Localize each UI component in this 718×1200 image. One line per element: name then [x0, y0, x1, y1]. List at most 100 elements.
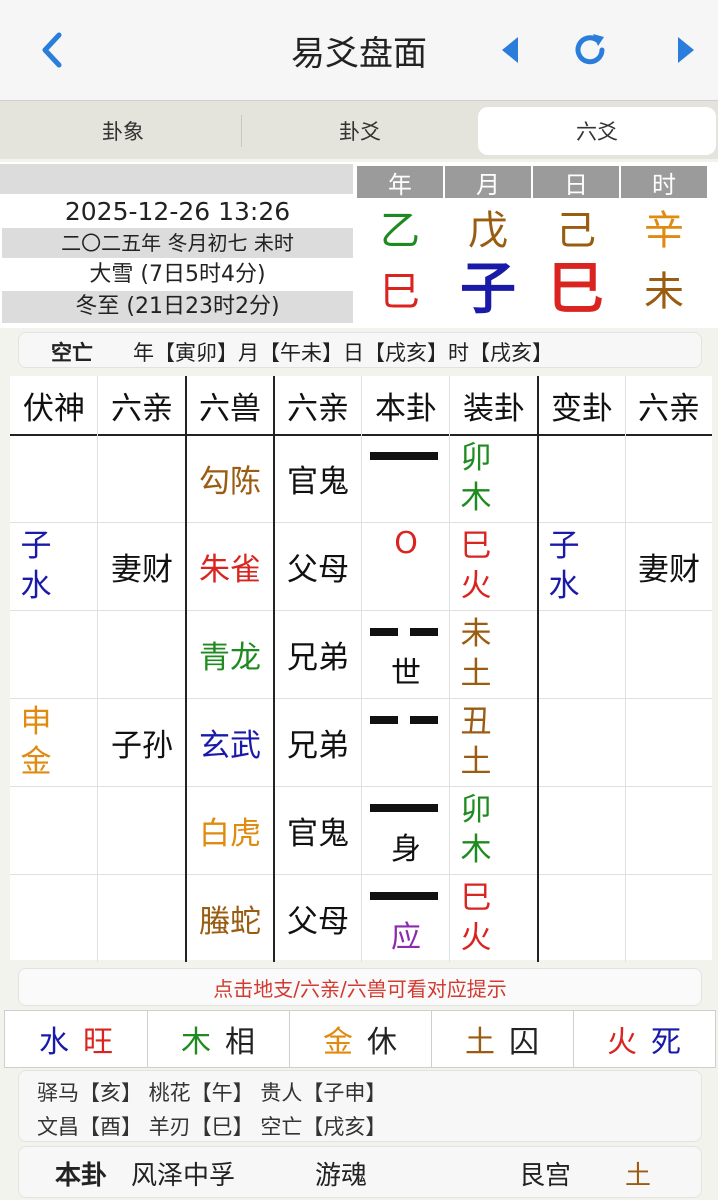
six-beast[interactable]: 青龙: [186, 610, 274, 698]
wuxing-divider: [289, 1011, 290, 1067]
six-relation[interactable]: 兄弟: [274, 610, 362, 698]
six-beast[interactable]: 勾陈: [186, 434, 274, 522]
next-button[interactable]: [668, 28, 704, 72]
wuxing-item[interactable]: 火死: [573, 1011, 715, 1067]
fushen-branch[interactable]: 子: [16, 526, 56, 566]
yang-line: [370, 804, 438, 812]
earthly-branch-element[interactable]: 木: [456, 478, 496, 518]
earthly-branch-element[interactable]: 火: [456, 566, 496, 606]
shensha-panel: 驿马【亥】 桃花【午】 贵人【子申】 文昌【酉】 羊刃【巳】 空亡【戌亥】: [18, 1070, 702, 1142]
pillar-year-label: 年: [357, 166, 443, 199]
wuxing-element: 金: [323, 1025, 353, 1060]
pillar-day-branch[interactable]: 巳: [533, 260, 619, 320]
earthly-branch-element[interactable]: 土: [456, 742, 496, 782]
column-divider: [97, 376, 98, 962]
fushen-branch-element[interactable]: 水: [16, 566, 56, 606]
refresh-button[interactable]: [566, 28, 614, 72]
six-beast[interactable]: 朱雀: [186, 522, 274, 610]
column-header: 六亲: [638, 390, 700, 427]
six-relation[interactable]: 官鬼: [274, 786, 362, 874]
column-header: 本卦: [375, 390, 437, 427]
hint-text: 点击地支/六亲/六兽可看对应提示: [18, 968, 702, 1006]
pillar-month-branch[interactable]: 子: [445, 260, 531, 320]
hexagram-summary: 本卦 风泽中孚 游魂 艮宫 土: [18, 1146, 702, 1198]
previous-button[interactable]: [492, 28, 528, 72]
pillar-day-stem[interactable]: 己: [533, 208, 619, 254]
six-beast[interactable]: 玄武: [186, 698, 274, 786]
kongwang-label: 空亡: [51, 341, 93, 365]
navigation-bar: 易爻盘面: [0, 0, 718, 101]
yang-line: [370, 452, 438, 460]
yin-line-left: [370, 628, 398, 636]
earthly-branch-element[interactable]: 木: [456, 830, 496, 870]
kongwang-text: 年【寅卯】月【午未】日【戌亥】时【戌亥】: [133, 341, 553, 365]
tab-liuyao[interactable]: 六爻: [478, 107, 716, 155]
wuxing-item[interactable]: 金休: [289, 1011, 431, 1067]
line-mark: 应: [391, 920, 421, 955]
pillar-day-label: 日: [533, 166, 619, 199]
yin-line-right: [410, 628, 438, 636]
pillar-year-stem[interactable]: 乙: [357, 208, 443, 254]
tab-divider: [241, 115, 242, 147]
pillar-month-stem[interactable]: 戊: [445, 208, 531, 254]
info-header-bar: [0, 164, 353, 194]
column-header: 伏神: [23, 390, 85, 427]
wuxing-state: 囚: [509, 1025, 539, 1060]
changed-branch[interactable]: 子: [544, 526, 584, 566]
column-header: 变卦: [551, 390, 613, 427]
hexagram-palace: 艮宫: [519, 1161, 572, 1191]
lunar-date-text: 二〇二五年 冬月初七 未时: [61, 231, 294, 255]
earthly-branch-element[interactable]: 火: [456, 918, 496, 958]
earthly-branch-element[interactable]: 土: [456, 654, 496, 694]
tab-guaxiang[interactable]: 卦象: [6, 107, 240, 155]
pillar-hour-stem[interactable]: 辛: [621, 208, 707, 254]
changed-relation[interactable]: 妻财: [626, 522, 712, 610]
earthly-branch[interactable]: 未: [456, 614, 496, 654]
fushen-branch-element[interactable]: 金: [16, 742, 56, 782]
wuxing-state: 休: [367, 1025, 397, 1060]
yang-line: [370, 892, 438, 900]
six-relation[interactable]: 兄弟: [274, 698, 362, 786]
wuxing-item[interactable]: 土囚: [431, 1011, 573, 1067]
wuxing-item[interactable]: 水旺: [5, 1011, 147, 1067]
six-relation[interactable]: 父母: [274, 522, 362, 610]
fushen-branch[interactable]: 申: [16, 702, 56, 742]
earthly-branch[interactable]: 卯: [456, 790, 496, 830]
fushen-relation[interactable]: 妻财: [98, 522, 186, 610]
triangle-right-icon: [678, 37, 694, 63]
wuxing-status-bar: 水旺木相金休土囚火死: [4, 1010, 716, 1068]
earthly-branch[interactable]: 丑: [456, 702, 496, 742]
wuxing-divider: [147, 1011, 148, 1067]
line-mark: 世: [391, 656, 421, 691]
six-relation[interactable]: 官鬼: [274, 434, 362, 522]
six-relation[interactable]: 父母: [274, 874, 362, 962]
hexagram-type: 游魂: [315, 1161, 368, 1191]
wuxing-item[interactable]: 木相: [147, 1011, 289, 1067]
summary-label: 本卦: [55, 1161, 108, 1191]
wuxing-element: 木: [181, 1025, 211, 1060]
pillar-hour-label: 时: [621, 166, 707, 199]
tab-guayao[interactable]: 卦爻: [244, 107, 476, 155]
segmented-tabs: 卦象 卦爻 六爻: [0, 101, 718, 159]
column-divider: [537, 376, 539, 962]
hexagram-name: 风泽中孚: [131, 1161, 236, 1191]
earthly-branch[interactable]: 巳: [456, 878, 496, 918]
shensha-line-2: 文昌【酉】 羊刃【巳】 空亡【戌亥】: [37, 1115, 387, 1139]
fushen-relation[interactable]: 子孙: [98, 698, 186, 786]
kongwang-bar: 空亡 年【寅卯】月【午未】日【戌亥】时【戌亥】: [18, 332, 702, 368]
column-header: 装卦: [463, 390, 525, 427]
wuxing-divider: [573, 1011, 574, 1067]
changed-branch-element[interactable]: 水: [544, 566, 584, 606]
six-beast[interactable]: 白虎: [186, 786, 274, 874]
earthly-branch[interactable]: 卯: [456, 438, 496, 478]
pillar-year-branch[interactable]: 巳: [357, 262, 443, 322]
earthly-branch[interactable]: 巳: [456, 526, 496, 566]
pillar-month-label: 月: [445, 166, 531, 199]
pillar-hour-branch[interactable]: 未: [621, 262, 707, 322]
column-header: 六兽: [199, 390, 261, 427]
column-divider: [625, 376, 626, 962]
six-beast[interactable]: 螣蛇: [186, 874, 274, 962]
wuxing-state: 旺: [83, 1025, 113, 1060]
wuxing-state: 相: [225, 1025, 255, 1060]
hexagram-table: 伏神 六亲 六兽 六亲 本卦 装卦 变卦 六亲 勾陈 官鬼卯木子水妻财 朱雀 父母 O 巳火子水妻财 青龙兄…: [10, 376, 712, 962]
